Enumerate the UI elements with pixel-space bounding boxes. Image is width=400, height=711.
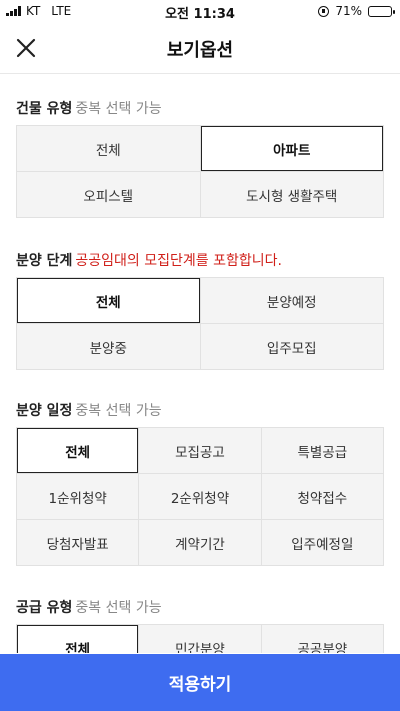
section-title-text: 공급 유형 [16,600,73,616]
option-button[interactable]: 입주예정일 [261,520,383,565]
option-button[interactable]: 입주모집 [200,324,383,369]
status-bar: KT LTE 오전 11:34 71% [0,0,400,22]
section-title: 분양 일정 중복 선택 가능 [16,401,384,421]
option-button[interactable]: 특별공급 [261,428,383,473]
option-button[interactable]: 계약기간 [139,520,261,565]
section-title-text: 건물 유형 [16,101,73,117]
option-grid: 전체 민간분양 공공분양 [16,624,384,653]
header: 보기옵션 [0,22,400,74]
option-grid: 전체 모집공고 특별공급 1순위청약 2순위청약 청약접수당첨자발표 계약기간 입주예정일 [16,427,384,566]
option-button[interactable]: 전체 [17,126,200,171]
option-button[interactable]: 전체 [17,278,200,323]
option-grid: 전체 아파트 오피스텔 도시형 생활주택 [16,125,384,218]
section-title: 건물 유형 중복 선택 가능 [16,99,384,119]
option-button[interactable]: 민간분양 [139,625,261,653]
section-sale-stage: 분양 단계 공공임대의 모집단계를 포함합니다. 전체 분양예정 분양중 입주모집 [16,251,384,375]
options-content[interactable]: 건물 유형 중복 선택 가능 전체 아파트 오피스텔 도시형 생활주택 분양 단계 공공임… [0,75,400,653]
section-supply-type: 공급 유형 중복 선택 가능 전체 민간분양 공공분양 [16,598,384,653]
orientation-lock-icon [318,5,330,17]
section-title: 공급 유형 중복 선택 가능 [16,598,384,618]
apply-button[interactable]: 적용하기 [0,654,400,711]
option-button[interactable]: 분양예정 [200,278,383,323]
option-button[interactable]: 당첨자발표 [17,520,139,565]
option-button[interactable]: 분양중 [17,324,200,369]
battery-icon [368,5,395,17]
option-button[interactable]: 오피스텔 [17,172,200,217]
section-note: 공공임대의 모집단계를 포함합니다. [75,253,282,269]
close-button[interactable] [10,32,42,64]
close-icon [16,38,36,58]
battery-percent: 71% [335,4,362,18]
option-button[interactable]: 전체 [17,428,139,473]
page-title: 보기옵션 [166,40,234,61]
section-note: 중복 선택 가능 [75,101,162,117]
option-button[interactable]: 도시형 생활주택 [200,172,383,217]
section-note: 중복 선택 가능 [75,600,162,616]
section-note: 중복 선택 가능 [75,403,162,419]
option-grid: 전체 분양예정 분양중 입주모집 [16,277,384,370]
section-building-type: 건물 유형 중복 선택 가능 전체 아파트 오피스텔 도시형 생활주택 [16,99,384,223]
section-title: 분양 단계 공공임대의 모집단계를 포함합니다. [16,251,384,271]
option-button[interactable]: 전체 [17,625,139,653]
option-button[interactable]: 청약접수 [261,474,383,519]
section-title-text: 분양 일정 [16,403,73,419]
option-button[interactable]: 모집공고 [139,428,261,473]
option-button[interactable]: 1순위청약 [17,474,139,519]
status-right: 71% [318,4,395,18]
option-button[interactable]: 2순위청약 [139,474,261,519]
section-title-text: 분양 단계 [16,253,73,269]
option-button[interactable]: 아파트 [200,126,383,171]
section-sale-schedule: 분양 일정 중복 선택 가능 전체 모집공고 특별공급 1순위청약 2순위청약 청약접수당첨… [16,401,384,571]
option-button[interactable]: 공공분양 [261,625,383,653]
